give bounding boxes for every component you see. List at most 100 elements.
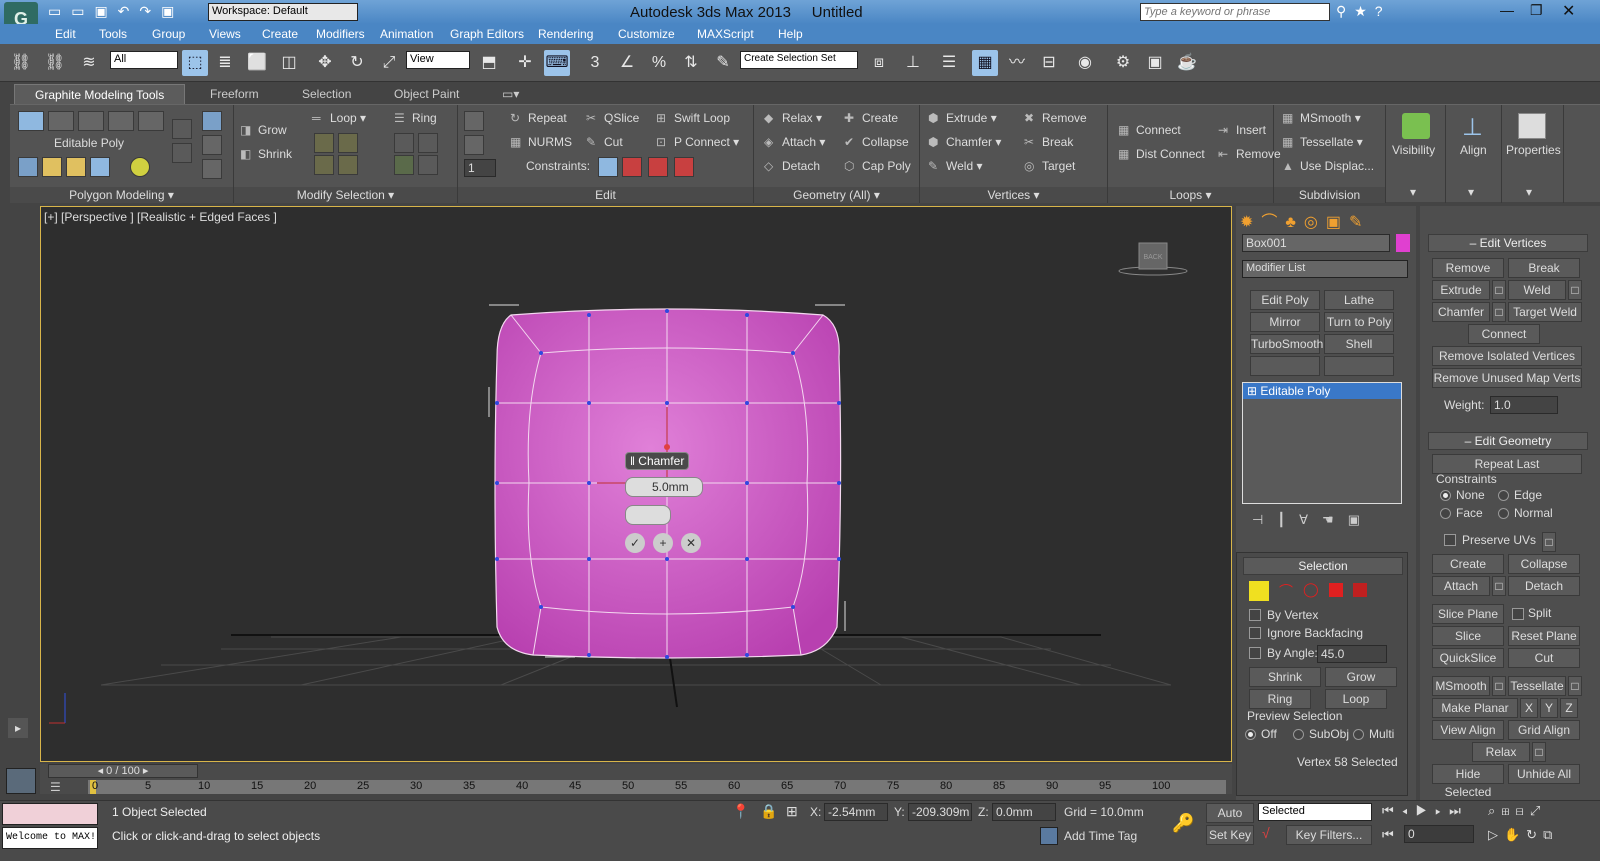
- menu-create[interactable]: Create: [262, 27, 298, 41]
- vertex-subobj-icon[interactable]: [1249, 581, 1269, 601]
- turbosmooth-icon[interactable]: [90, 157, 110, 177]
- maxscript-output[interactable]: Welcome to MAX!: [2, 827, 98, 849]
- collapse-button[interactable]: ✔ Collapse: [844, 135, 909, 149]
- ribbon-option-3[interactable]: [202, 159, 222, 179]
- remove-vertex-button[interactable]: ✖ Remove: [1024, 111, 1087, 125]
- mod-turbosmooth-button[interactable]: TurboSmooth: [1250, 334, 1323, 354]
- menu-group[interactable]: Group: [152, 27, 185, 41]
- auto-key-button[interactable]: Auto Key: [1206, 803, 1254, 838]
- selection-lock-icon[interactable]: 🔒: [760, 803, 777, 820]
- grow-button[interactable]: Grow: [1325, 667, 1397, 687]
- stack-prev-icon[interactable]: [18, 157, 38, 177]
- ignore-backfacing-checkbox[interactable]: [1249, 627, 1261, 639]
- minimize-icon[interactable]: —: [1500, 2, 1514, 18]
- x-coordinate-field[interactable]: -2.54mm: [824, 803, 888, 821]
- menu-maxscript[interactable]: MAXScript: [697, 27, 754, 41]
- ring-button[interactable]: ☰ Ring: [394, 111, 437, 125]
- constraint-none-radio[interactable]: [1440, 490, 1451, 501]
- tab-object-paint[interactable]: Object Paint: [394, 87, 459, 101]
- reset-plane-button[interactable]: Reset Plane: [1508, 626, 1580, 646]
- border-subobj-icon[interactable]: ◯: [1303, 581, 1319, 598]
- maxscript-listener[interactable]: [2, 803, 98, 825]
- layer-explorer-icon[interactable]: ☰: [936, 50, 962, 76]
- menu-help[interactable]: Help: [778, 27, 803, 41]
- set-key-button[interactable]: Set Key: [1206, 825, 1254, 845]
- preview-multi-radio[interactable]: [1353, 729, 1364, 740]
- viewport-nav-controls[interactable]: ⌕⊞⊟⤢: [1488, 803, 1546, 819]
- msmooth-settings-icon[interactable]: □: [1492, 676, 1506, 696]
- isolate-selection-icon[interactable]: 📍: [732, 803, 749, 820]
- rect-region-icon[interactable]: ⬜: [244, 50, 270, 76]
- restore-icon[interactable]: ❐: [1530, 2, 1543, 19]
- scale-icon[interactable]: ⤢: [376, 50, 402, 76]
- percent-snap-icon[interactable]: %: [646, 50, 672, 76]
- shrink-button[interactable]: ◧ Shrink: [240, 147, 292, 161]
- use-displacement-button[interactable]: ▲ Use Displac...: [1282, 159, 1374, 173]
- ribbon-pin-icon[interactable]: [202, 111, 222, 131]
- tab-freeform[interactable]: Freeform: [210, 87, 259, 101]
- schematic-view-icon[interactable]: ⊟: [1036, 50, 1062, 76]
- insert-button[interactable]: ⇥ Insert: [1218, 123, 1266, 137]
- tab-graphite-modeling[interactable]: Graphite Modeling Tools: [14, 84, 186, 106]
- constraint-none-icon[interactable]: [598, 157, 618, 177]
- playback-controls[interactable]: ⏮◂▶▸⏭: [1382, 803, 1469, 819]
- stack-tools-icons[interactable]: ⊣┃∀☚▣: [1252, 512, 1374, 528]
- repeat-last-button[interactable]: Repeat Last: [1432, 454, 1582, 474]
- curve-editor-icon[interactable]: 〰: [1004, 50, 1030, 76]
- workspace-dropdown[interactable]: Workspace: Default: [208, 3, 358, 21]
- time-slider[interactable]: ◂ 0 / 100 ▸: [48, 764, 198, 778]
- collapse-button[interactable]: Collapse: [1508, 554, 1580, 574]
- slice-button[interactable]: Slice: [1432, 626, 1504, 646]
- constraint-face-icon[interactable]: [648, 157, 668, 177]
- mod-empty-button[interactable]: [1324, 356, 1394, 376]
- hide-selected-button[interactable]: Hide Selected: [1432, 764, 1504, 799]
- edit-vertices-header[interactable]: – Edit Vertices: [1428, 234, 1588, 252]
- caddy-cancel-icon[interactable]: ✕: [681, 533, 701, 553]
- edit-tool-1-icon[interactable]: [464, 111, 484, 131]
- msmooth-button[interactable]: MSmooth: [1432, 676, 1490, 696]
- key-mode-toggle-icon[interactable]: ⏮: [1382, 827, 1394, 843]
- constraint-normal-icon[interactable]: [674, 157, 694, 177]
- select-object-icon[interactable]: ⬚: [182, 50, 208, 76]
- rendered-frame-icon[interactable]: ▣: [1142, 50, 1168, 76]
- weld-button[interactable]: ✎ Weld ▾: [928, 159, 982, 173]
- select-manipulate-icon[interactable]: ✛: [512, 50, 538, 76]
- msmooth-button[interactable]: ▦ MSmooth ▾: [1282, 111, 1361, 125]
- unhide-all-button[interactable]: Unhide All: [1508, 764, 1580, 784]
- menu-tools[interactable]: Tools: [99, 27, 127, 41]
- slice-plane-button[interactable]: Slice Plane: [1432, 604, 1504, 624]
- relax-button[interactable]: ◆ Relax ▾: [764, 111, 822, 125]
- chamfer-amount-field[interactable]: 5.0mm: [625, 477, 703, 497]
- target-button[interactable]: ◎ Target: [1024, 159, 1075, 173]
- ring-mode-icon[interactable]: [394, 155, 414, 175]
- selection-filter-dropdown[interactable]: All: [110, 51, 178, 69]
- menu-modifiers[interactable]: Modifiers: [316, 27, 365, 41]
- connect-vertex-button[interactable]: Connect: [1468, 324, 1540, 344]
- close-icon[interactable]: ✕: [1562, 1, 1575, 21]
- tessellate-button[interactable]: Tessellate: [1508, 676, 1566, 696]
- create-button[interactable]: ✚ Create: [844, 111, 898, 125]
- preserve-uvs-settings-icon[interactable]: □: [1542, 532, 1556, 552]
- chamfer-button[interactable]: ⬢ Chamfer ▾: [928, 135, 1001, 149]
- split-checkbox[interactable]: [1512, 608, 1524, 620]
- dist-connect-button[interactable]: ▦ Dist Connect: [1118, 147, 1205, 161]
- loops-label[interactable]: Loops ▾: [1108, 187, 1273, 203]
- track-bar-filter-icon[interactable]: ☰: [50, 780, 61, 794]
- attach-button[interactable]: ◈ Attach ▾: [764, 135, 825, 149]
- by-vertex-checkbox[interactable]: [1249, 609, 1261, 621]
- viewcube[interactable]: BACK: [1118, 242, 1188, 276]
- menu-graph-editors[interactable]: Graph Editors: [450, 27, 524, 41]
- modifier-stack[interactable]: ⊞ Editable Poly: [1242, 382, 1402, 504]
- ring-button[interactable]: Ring: [1249, 689, 1311, 709]
- remove-loop-button[interactable]: ⇤ Remove: [1218, 147, 1281, 161]
- remove-unused-map-button[interactable]: Remove Unused Map Verts: [1432, 368, 1582, 388]
- border-mode-icon[interactable]: [78, 111, 104, 131]
- current-frame-field[interactable]: 0: [1404, 825, 1474, 843]
- maxscript-mini-listener-icon[interactable]: ▸: [8, 718, 28, 738]
- bind-spacewarp-icon[interactable]: ≋: [76, 50, 102, 76]
- visibility-button[interactable]: Visibility ▾: [1386, 105, 1446, 203]
- by-angle-checkbox[interactable]: [1249, 647, 1261, 659]
- planar-x-button[interactable]: X: [1520, 698, 1538, 718]
- chamfer-caddy-title[interactable]: ‖ Chamfer: [625, 452, 689, 470]
- target-weld-button[interactable]: Target Weld: [1508, 302, 1582, 322]
